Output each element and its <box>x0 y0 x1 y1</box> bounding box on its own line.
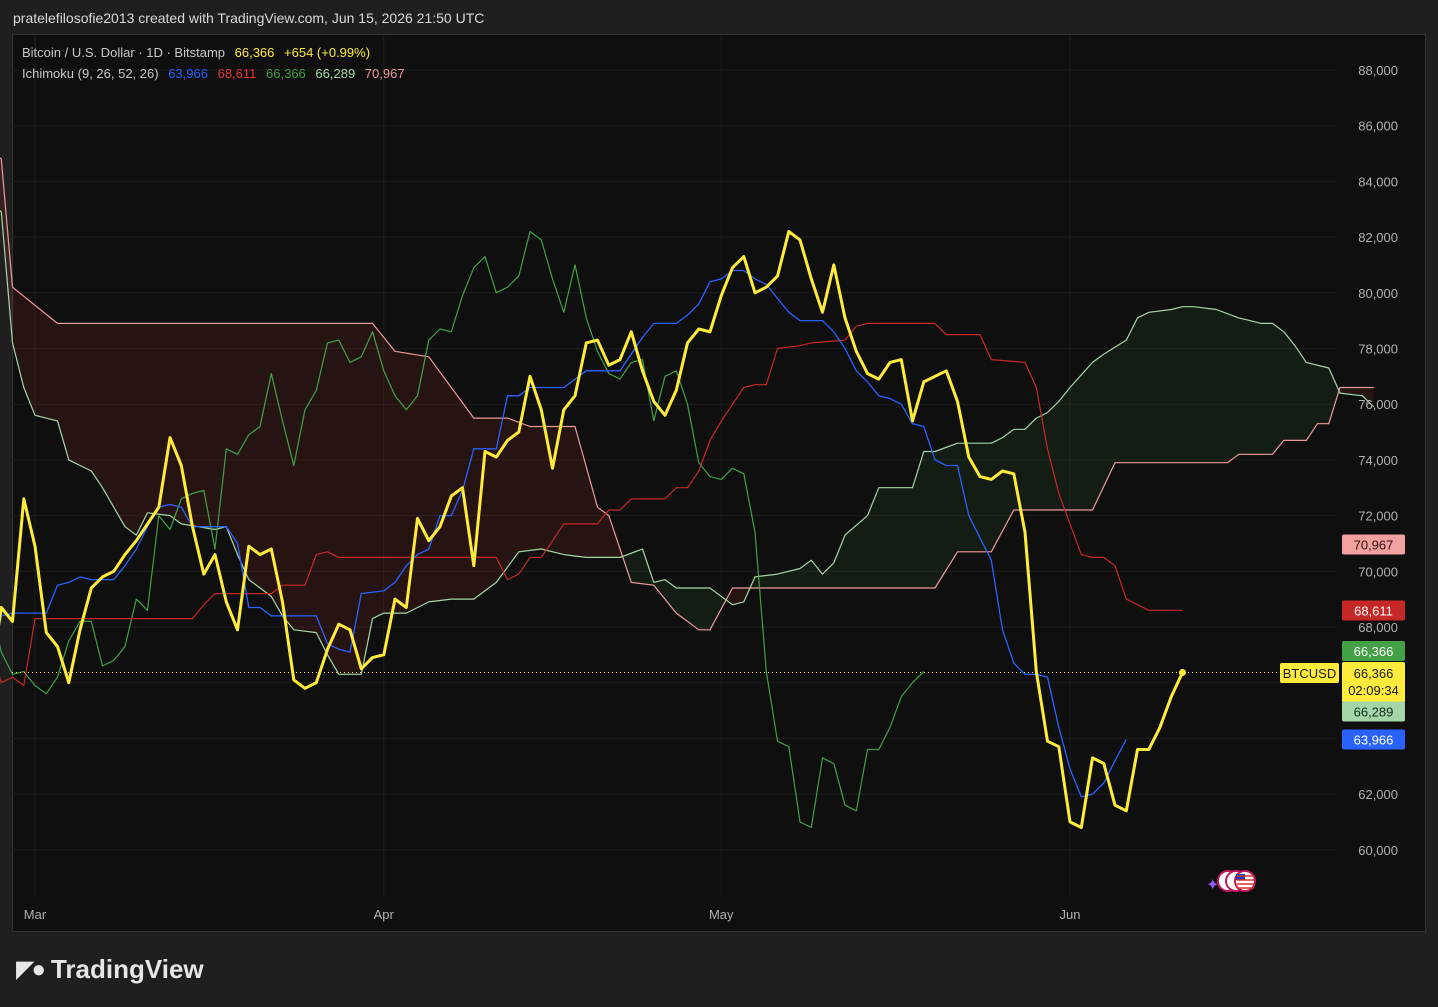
tradingview-logo[interactable]: ◤● TradingView <box>16 954 204 985</box>
y-tick-label: 86,000 <box>1358 119 1398 134</box>
base-tag: 68,611 <box>1354 604 1393 619</box>
y-tick-label: 76,000 <box>1358 397 1398 412</box>
y-tick-label: 60,000 <box>1358 843 1398 858</box>
x-axis: Mar Apr May Jun <box>24 907 1081 922</box>
y-tick-label: 68,000 <box>1358 620 1398 635</box>
y-tick-label: 82,000 <box>1358 230 1398 245</box>
y-tick-label: 74,000 <box>1358 453 1398 468</box>
countdown-tag: 02:09:34 <box>1348 683 1399 698</box>
price-chart[interactable]: MarAprMayJun 60,00062,00064,00066,00068,… <box>0 0 1438 1007</box>
last-price-dot <box>1179 669 1186 676</box>
current-price-tag: 66,366 <box>1354 666 1394 681</box>
ticker-tag: BTCUSD <box>1283 666 1336 681</box>
symbol-title: Bitcoin / U.S. Dollar · 1D · Bitstamp <box>22 45 225 60</box>
legend-price: 66,366 <box>234 45 275 60</box>
brand-name: TradingView <box>50 954 204 984</box>
legend-change: +654 (+0.99%) <box>284 45 371 60</box>
flag-canton <box>1236 874 1245 880</box>
legend-lagging: 66,366 <box>266 66 306 81</box>
ichimoku-cloud <box>0 158 1374 675</box>
x-tick-label: Mar <box>24 907 47 922</box>
y-tick-label: 88,000 <box>1358 63 1398 78</box>
cloud-bearish <box>0 158 623 675</box>
x-tick-label: May <box>709 907 734 922</box>
span-a-tag: 66,289 <box>1354 705 1394 720</box>
y-tick-label: 80,000 <box>1358 286 1398 301</box>
legend-conversion: 63,966 <box>168 66 208 81</box>
y-tick-label: 84,000 <box>1358 174 1398 189</box>
event-flags: ✦ <box>1206 870 1256 894</box>
y-tick-label: 78,000 <box>1358 341 1398 356</box>
y-tick-label: 62,000 <box>1358 787 1398 802</box>
symbol-legend[interactable]: Bitcoin / U.S. Dollar · 1D · Bitstamp 66… <box>22 45 376 60</box>
y-tick-label: 70,000 <box>1358 564 1398 579</box>
conversion-tag: 63,966 <box>1354 733 1394 748</box>
x-tick-label: Jun <box>1060 907 1081 922</box>
legend-span-a: 66,289 <box>315 66 356 81</box>
cloud-bearish <box>726 583 753 605</box>
x-tick-label: Apr <box>374 907 395 922</box>
indicator-legend[interactable]: Ichimoku (9, 26, 52, 26) 63,966 68,611 6… <box>22 66 411 81</box>
lagging-tag: 66,366 <box>1354 644 1394 659</box>
tradingview-logo-icon: ◤● <box>16 956 46 983</box>
legend-span-b: 70,967 <box>364 66 405 81</box>
legend-base: 68,611 <box>217 66 257 81</box>
span-b-tag: 70,967 <box>1354 538 1394 553</box>
y-tick-label: 72,000 <box>1358 509 1398 524</box>
indicator-title: Ichimoku (9, 26, 52, 26) <box>22 66 159 81</box>
